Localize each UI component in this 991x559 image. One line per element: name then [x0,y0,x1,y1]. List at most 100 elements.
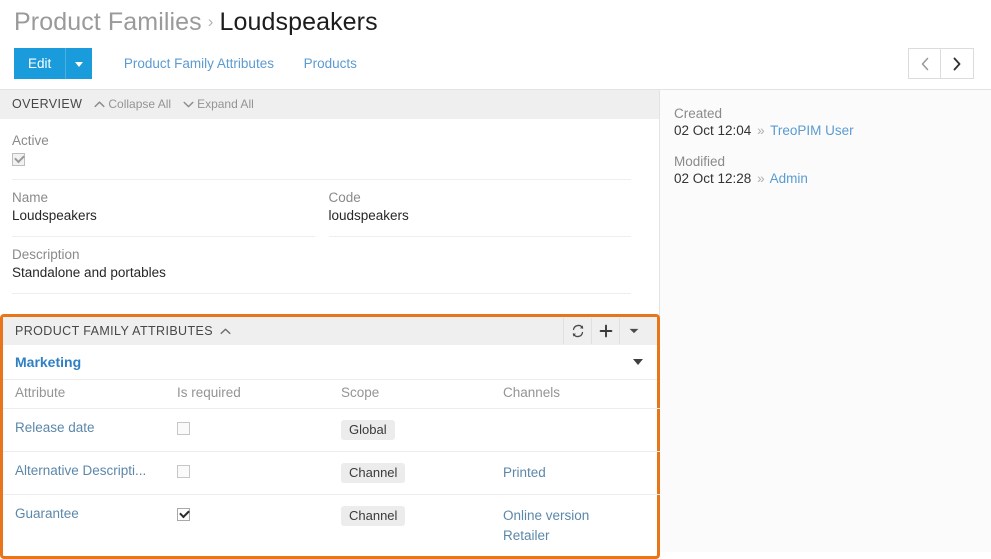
field-value-description: Standalone and portables [12,265,631,294]
plus-icon [599,324,612,338]
attributes-table-header: Attribute Is required Scope Channels [3,380,691,409]
pfa-collapse-button[interactable] [220,327,231,336]
field-value-code: loudspeakers [328,208,631,237]
breadcrumb-separator: › [207,12,214,31]
overview-fields: Active Name Loudspeakers Code loudspeake… [0,119,659,298]
scope-badge: Channel [341,506,406,526]
pfa-panel-actions [563,318,647,344]
column-header-is-required: Is required [177,380,341,409]
scope-badge: Channel [341,463,406,483]
field-value-name: Loudspeakers [12,208,315,237]
field-description: Description Standalone and portables [12,241,645,298]
field-label-active: Active [12,133,49,148]
add-attribute-button[interactable] [591,318,619,344]
previous-record-button[interactable] [908,48,941,79]
main-column: OVERVIEW Collapse All Expand All Active … [0,90,691,559]
page-title: Loudspeakers [219,8,378,36]
cell-channels: Online version Retailer [503,495,657,557]
modified-timestamp: 02 Oct 12:28 [674,171,752,186]
side-panel: Created 02 Oct 12:04 » TreoPIM User Modi… [660,90,991,552]
attribute-group-row: Marketing [3,345,657,380]
refresh-button[interactable] [563,318,591,344]
table-row[interactable]: Release date Global [3,408,691,452]
expand-all-label: Expand All [197,97,254,111]
created-separator: » [757,123,765,138]
refresh-icon [572,324,583,338]
table-row[interactable]: Alternative Descripti... Channel Printed [3,451,691,495]
expand-all-button[interactable]: Expand All [183,90,254,119]
record-navigation [908,48,974,79]
caret-down-icon[interactable] [633,359,643,365]
modified-separator: » [757,171,765,186]
cell-scope: Channel [341,451,503,495]
created-timestamp: 02 Oct 12:04 [674,123,752,138]
tab-products[interactable]: Products [304,48,357,79]
content-area: OVERVIEW Collapse All Expand All Active … [0,90,991,559]
modified-value: 02 Oct 12:28 » Admin [674,171,991,186]
breadcrumb-parent-link[interactable]: Product Families [14,8,202,36]
next-record-button[interactable] [941,48,974,79]
field-row-active: Active [12,127,645,184]
caret-down-icon [629,328,638,334]
edit-button[interactable]: Edit [14,48,66,79]
column-header-attribute: Attribute [3,380,177,409]
created-user-link[interactable]: TreoPIM User [770,123,854,138]
created-block: Created 02 Oct 12:04 » TreoPIM User [674,106,991,138]
pfa-menu-button[interactable] [619,318,647,344]
is-required-checkbox[interactable] [177,464,190,478]
modified-label: Modified [674,154,726,169]
cell-attribute: Alternative Descripti... [3,451,177,495]
chevron-left-icon [921,57,928,70]
caret-down-icon [75,61,84,67]
channel-link[interactable]: Printed [503,463,653,483]
product-family-attributes-panel: PRODUCT FAMILY ATTRIBUTES Marketing Attr… [0,314,691,559]
collapse-all-label: Collapse All [108,97,172,111]
created-value: 02 Oct 12:04 » TreoPIM User [674,123,991,138]
table-row[interactable]: Guarantee Channel Online version Retaile… [3,495,691,557]
channel-link[interactable]: Online version [503,506,653,526]
cell-scope: Global [341,408,503,452]
channel-link[interactable]: Retailer [503,526,653,546]
modified-user-link[interactable]: Admin [770,171,808,186]
attributes-table: Attribute Is required Scope Channels Rel… [3,380,691,556]
field-row-name-code: Name Loudspeakers Code loudspeakers [12,184,645,241]
is-required-checkbox[interactable] [177,507,190,521]
column-header-channels: Channels [503,380,657,409]
chevron-down-icon [183,101,194,108]
edit-button-group: Edit [14,48,93,79]
overview-panel-title: OVERVIEW [12,97,83,111]
attribute-link[interactable]: Guarantee [15,506,173,521]
field-label-code: Code [328,190,361,205]
overview-panel: OVERVIEW Collapse All Expand All Active … [0,90,659,298]
cell-is-required [177,495,341,557]
field-label-name: Name [12,190,49,205]
overview-panel-header: OVERVIEW Collapse All Expand All [0,90,659,119]
field-name: Name Loudspeakers [12,184,329,241]
cell-channels: Printed [503,451,657,495]
created-label: Created [674,106,723,121]
field-code: Code loudspeakers [328,184,646,241]
attribute-group-name[interactable]: Marketing [15,354,81,370]
field-label-description: Description [12,247,80,262]
active-checkbox[interactable] [12,152,25,166]
is-required-checkbox[interactable] [177,421,190,435]
collapse-all-button[interactable]: Collapse All [94,90,171,119]
cell-is-required [177,451,341,495]
attribute-link[interactable]: Alternative Descripti... [15,463,173,478]
column-header-scope: Scope [341,380,503,409]
cell-channels [503,408,657,452]
chevron-right-icon [953,57,961,70]
cell-attribute: Guarantee [3,495,177,557]
toolbar: Edit Product Family Attributes Products [0,38,991,90]
field-active: Active [12,127,645,184]
field-row-description: Description Standalone and portables [12,241,645,298]
pfa-panel-header: PRODUCT FAMILY ATTRIBUTES [3,317,657,345]
chevron-up-icon [220,328,231,334]
breadcrumb: Product Families › Loudspeakers [0,0,991,38]
attribute-link[interactable]: Release date [15,420,173,435]
edit-dropdown-button[interactable] [65,48,93,79]
pfa-panel-title: PRODUCT FAMILY ATTRIBUTES [15,324,213,338]
tab-product-family-attributes[interactable]: Product Family Attributes [124,48,274,79]
cell-scope: Channel [341,495,503,557]
scope-badge: Global [341,420,395,440]
